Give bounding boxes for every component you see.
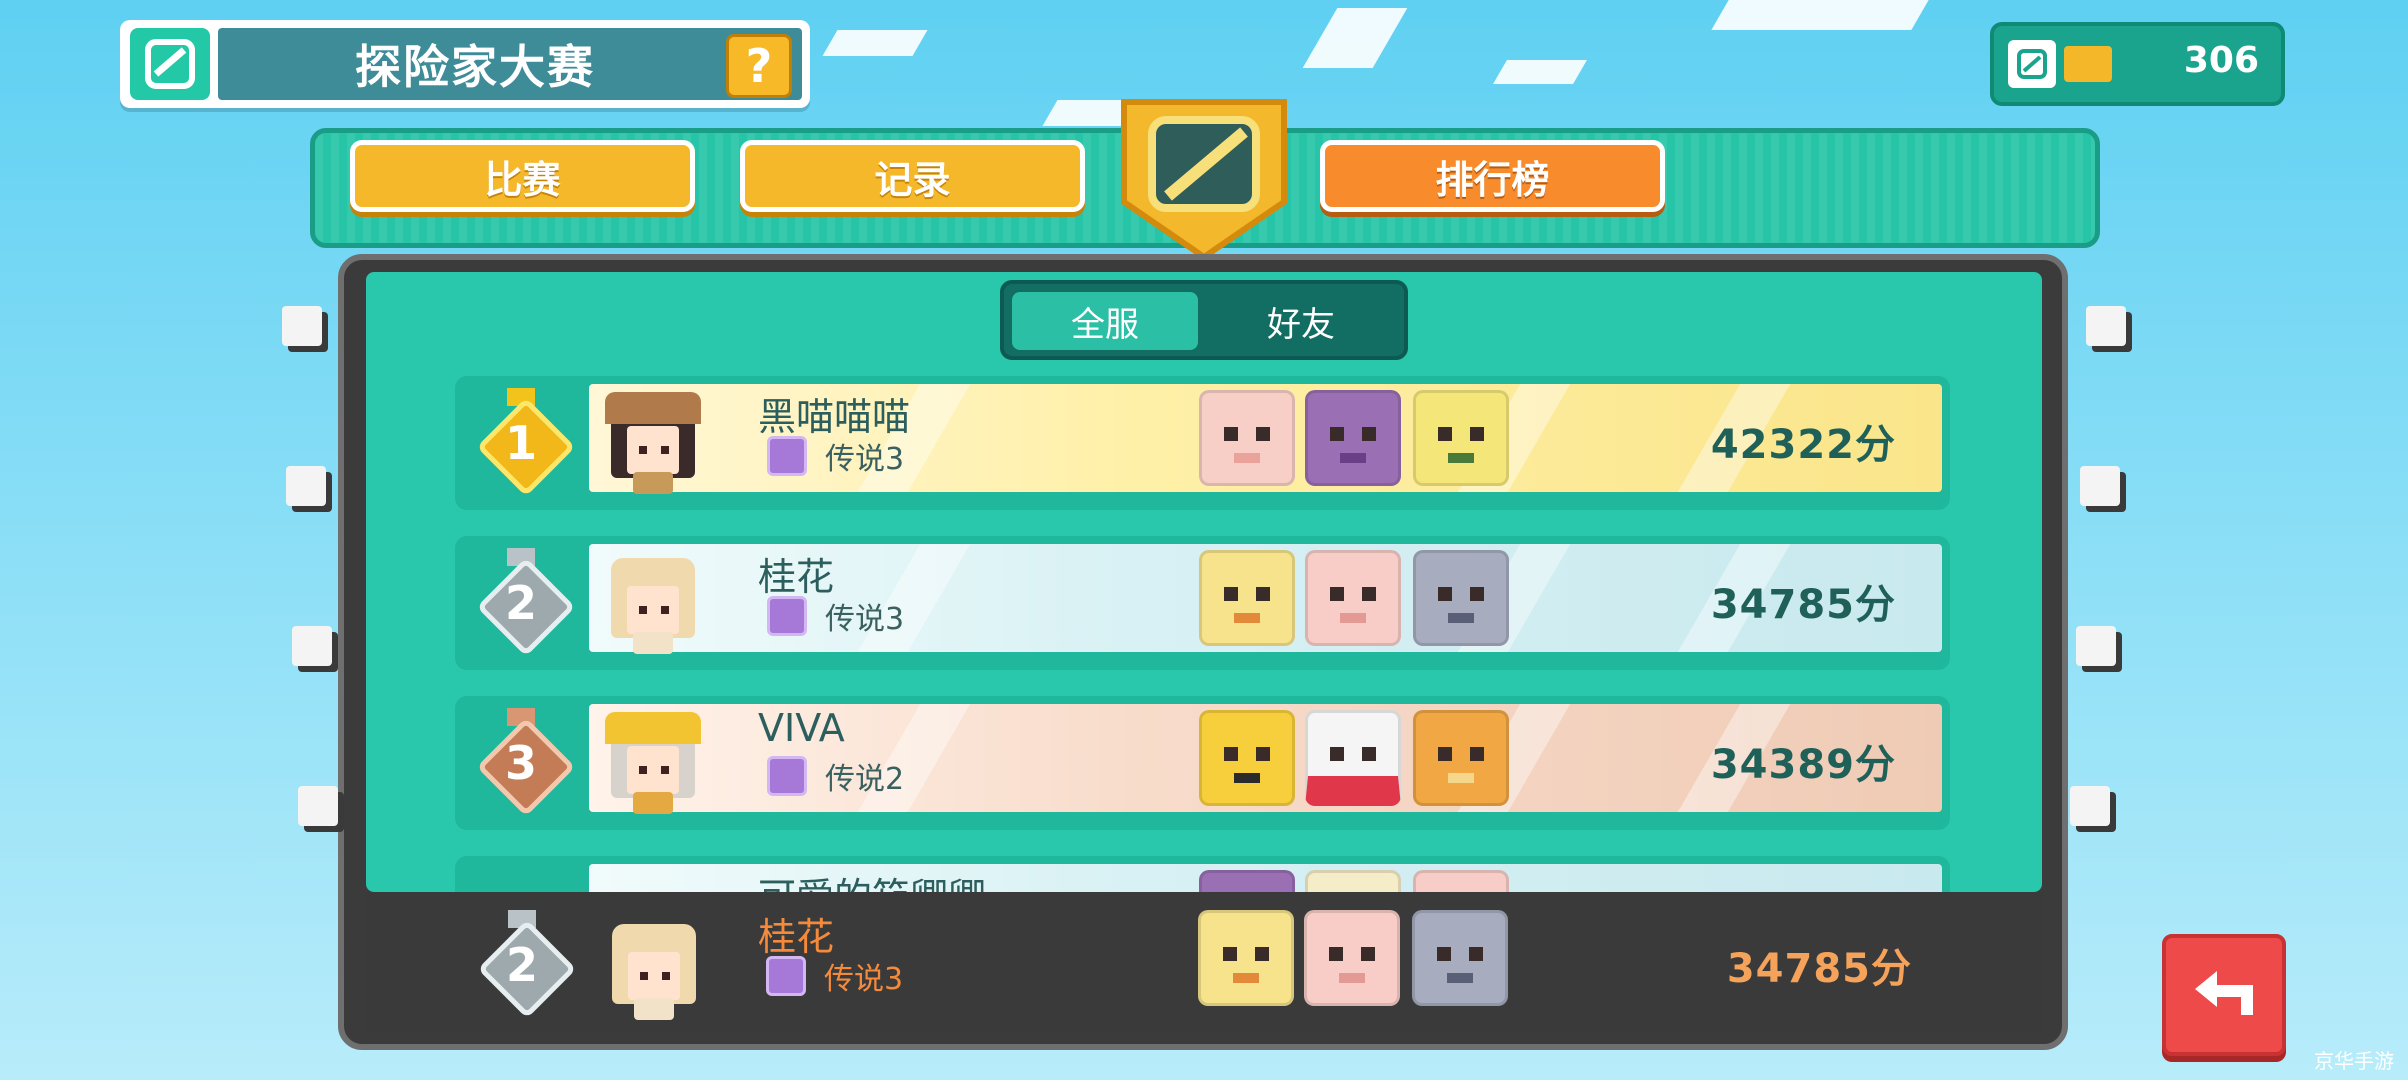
team-pokemon-icon xyxy=(1199,870,1295,892)
team-pokemon-icon xyxy=(1198,910,1294,1006)
tier-badge-icon xyxy=(767,436,807,476)
frame-bolt xyxy=(298,786,338,826)
cloud-block xyxy=(1711,0,1929,30)
frame-bolt xyxy=(292,626,332,666)
frame-bolt xyxy=(286,466,326,506)
tab-match[interactable]: 比赛 xyxy=(350,140,695,212)
help-button[interactable]: ? xyxy=(726,34,792,98)
player-name: 桂花 xyxy=(758,555,835,599)
event-emblem-icon xyxy=(1121,99,1287,261)
team-pokemon-icon xyxy=(1305,870,1401,892)
team-pokemon-icon xyxy=(1199,550,1295,646)
rank-number: 2 xyxy=(505,938,538,992)
team-pokemon-icon xyxy=(1199,710,1295,806)
rank-number: 3 xyxy=(504,736,537,790)
event-logo-icon xyxy=(130,28,210,100)
tab-records[interactable]: 记录 xyxy=(740,140,1085,212)
leaderboard-row[interactable]: 3 VIVA 传说2 34389分 xyxy=(455,696,1950,830)
player-avatar xyxy=(606,912,702,1022)
player-tier: 传说3 xyxy=(767,594,904,638)
rank-medal-silver: 2 xyxy=(476,548,576,657)
ticket-counter: 306 xyxy=(1990,22,2285,106)
player-score: 42322分 xyxy=(1710,422,1896,468)
frame-bolt xyxy=(2076,626,2116,666)
player-tier: 传说3 xyxy=(767,434,904,478)
player-tier: 传说2 xyxy=(767,754,904,798)
player-score: 34389分 xyxy=(1710,742,1896,788)
player-avatar xyxy=(605,706,701,816)
leaderboard-row[interactable]: 1 黑喵喵喵 传说3 42322分 xyxy=(455,376,1950,510)
player-name: 黑喵喵喵 xyxy=(758,395,911,439)
cloud-block xyxy=(822,30,928,56)
cloud-block xyxy=(1493,60,1587,84)
tier-badge-icon xyxy=(766,956,806,996)
player-avatar xyxy=(605,546,701,656)
rank-medal-bronze: 3 xyxy=(476,708,576,817)
event-title-bar: 探险家大赛 ? xyxy=(120,20,810,108)
tier-badge-icon xyxy=(767,596,807,636)
frame-bolt xyxy=(2086,306,2126,346)
scope-toggle: 全服 好友 xyxy=(1000,280,1408,360)
leaderboard-row[interactable]: 2 桂花 传说3 34785分 xyxy=(455,536,1950,670)
rank-medal-gold: 1 xyxy=(476,388,576,497)
team-pokemon-icon xyxy=(1305,550,1401,646)
player-name: 桂花 xyxy=(758,915,835,959)
frame-bolt xyxy=(2070,786,2110,826)
tier-label: 传说2 xyxy=(825,762,905,797)
ticket-count: 306 xyxy=(2183,40,2259,81)
tier-label: 传说3 xyxy=(825,442,905,477)
watermark: 京华手游 xyxy=(2314,1049,2394,1073)
team-pokemon-icon xyxy=(1412,910,1508,1006)
event-logo-icon xyxy=(2008,40,2056,88)
tier-label: 传说3 xyxy=(824,962,904,997)
scope-option-friends[interactable]: 好友 xyxy=(1208,292,1394,350)
my-rank-row: 2 桂花 传说3 34785分 xyxy=(366,892,2042,1032)
page-title: 探险家大赛 xyxy=(355,40,595,94)
tab-leaderboard[interactable]: 排行榜 xyxy=(1320,140,1665,212)
frame-bolt xyxy=(282,306,322,346)
scope-option-global[interactable]: 全服 xyxy=(1012,292,1198,350)
team-pokemon-icon xyxy=(1304,910,1400,1006)
team-pokemon-icon xyxy=(1413,550,1509,646)
tier-badge-icon xyxy=(767,756,807,796)
rank-number: 1 xyxy=(504,416,537,470)
cloud-block xyxy=(1302,8,1408,68)
rank-number: 2 xyxy=(504,576,537,630)
player-score: 34785分 xyxy=(1726,946,1912,992)
leaderboard-row[interactable]: 可爱的笳卿卿 xyxy=(455,856,1950,892)
back-button[interactable] xyxy=(2162,934,2286,1056)
return-arrow-icon xyxy=(2195,971,2253,1015)
team-pokemon-icon xyxy=(1199,390,1295,486)
team-pokemon-icon xyxy=(1413,710,1509,806)
team-pokemon-icon xyxy=(1413,870,1509,892)
player-name: 可爱的笳卿卿 xyxy=(758,866,986,892)
player-tier: 传说3 xyxy=(766,954,903,998)
player-name: VIVA xyxy=(758,706,845,750)
tier-label: 传说3 xyxy=(825,602,905,637)
team-pokemon-icon xyxy=(1413,390,1509,486)
rank-medal-silver: 2 xyxy=(477,910,577,1019)
team-pokemon-icon xyxy=(1305,710,1401,806)
frame-bolt xyxy=(2080,466,2120,506)
ticket-icon xyxy=(2064,46,2112,82)
player-score: 34785分 xyxy=(1710,582,1896,628)
player-avatar xyxy=(605,386,701,496)
team-pokemon-icon xyxy=(1305,390,1401,486)
